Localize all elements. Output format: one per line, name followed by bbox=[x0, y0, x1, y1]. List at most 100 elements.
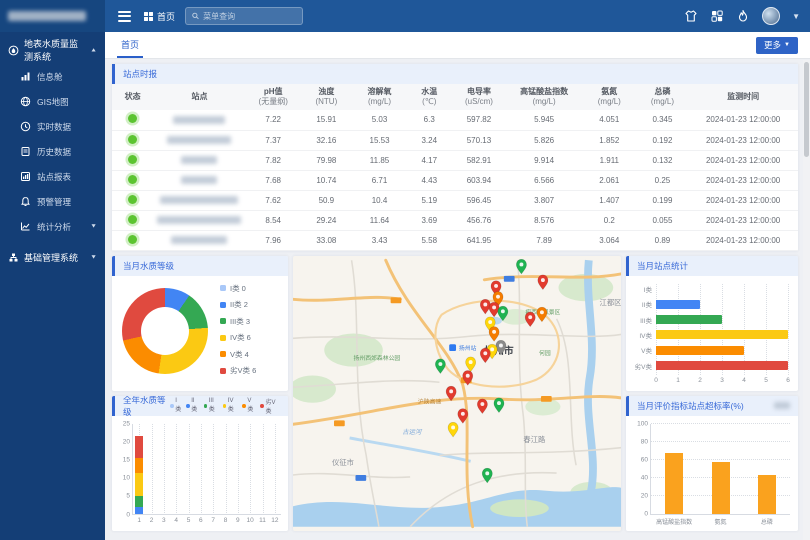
sidebar-item-GIS地图[interactable]: GIS地图 bbox=[0, 89, 105, 114]
city-map[interactable]: 扬州市江都区仪征市春江路瘦西湖风景区扬州西郊森林公园何园扬州站古运河沪陕高速 bbox=[293, 256, 621, 531]
map-panel[interactable]: 扬州市江都区仪征市春江路瘦西湖风景区扬州西郊森林公园何园扬州站古运河沪陕高速 bbox=[293, 256, 621, 531]
cell-value: 8.576 bbox=[506, 210, 581, 230]
status-dot-normal bbox=[128, 135, 137, 144]
cell-value: 11.64 bbox=[352, 210, 407, 230]
table-row[interactable]: 7.6250.910.45.19596.453.8071.4070.199202… bbox=[112, 190, 798, 210]
y-axis-tick: 0 bbox=[126, 511, 133, 518]
legend-label: IV类 6 bbox=[230, 332, 251, 343]
legend-swatch bbox=[220, 318, 226, 324]
cell-value: 570.13 bbox=[452, 130, 507, 150]
report-icon bbox=[20, 171, 31, 182]
table-row[interactable]: 7.2215.915.036.3597.825.9454.0510.345202… bbox=[112, 110, 798, 130]
chevron-down-icon: ▼ bbox=[90, 254, 97, 260]
legend-item[interactable]: III类 3 bbox=[220, 316, 256, 327]
sidebar-item-站点报表[interactable]: 站点报表 bbox=[0, 164, 105, 189]
station-name-redacted bbox=[160, 196, 238, 204]
table-row[interactable]: 7.8279.9811.854.17582.919.9141.9110.1322… bbox=[112, 150, 798, 170]
legend-item[interactable]: I类 bbox=[170, 398, 182, 413]
legend-item[interactable]: V类 4 bbox=[220, 349, 256, 360]
sidebar-item-实时数据[interactable]: 实时数据 bbox=[0, 114, 105, 139]
stats-icon bbox=[20, 221, 31, 232]
legend-item[interactable]: II类 2 bbox=[220, 299, 256, 310]
x-axis-tick: 5 bbox=[764, 375, 768, 384]
legend-item[interactable]: V类 bbox=[242, 398, 256, 413]
cell-value: 79.98 bbox=[301, 150, 352, 170]
sidebar-item-label: 历史数据 bbox=[37, 146, 71, 158]
x-axis-tick: 4 bbox=[174, 515, 178, 524]
column-header-监测时间: 监测时间 bbox=[688, 84, 798, 110]
sidebar-group-地表水质量监测系统[interactable]: 地表水质量监测系统▲ bbox=[0, 36, 105, 64]
exceed-rate-chart: 020406080100高锰酸盐指数氨氮总磷 bbox=[626, 416, 798, 530]
legend-item[interactable]: IV类 6 bbox=[220, 332, 256, 343]
table-row[interactable]: 7.6810.746.714.43603.946.5662.0610.25202… bbox=[112, 170, 798, 190]
cell-value: 1.911 bbox=[582, 150, 637, 170]
cell-value: 7.96 bbox=[246, 230, 301, 250]
sidebar-item-历史数据[interactable]: 历史数据 bbox=[0, 139, 105, 164]
tab-home[interactable]: 首页 bbox=[117, 32, 143, 58]
layout-icon[interactable] bbox=[710, 9, 724, 23]
station-name-redacted bbox=[167, 136, 231, 144]
column-header-状态: 状态 bbox=[112, 84, 153, 110]
sidebar-item-预警管理[interactable]: 预警管理 bbox=[0, 189, 105, 214]
table-row[interactable]: 7.9633.083.435.58641.957.893.0640.892024… bbox=[112, 230, 798, 250]
legend-item[interactable]: IV类 bbox=[223, 398, 239, 413]
year-level-panel: 全年水质等级 I类II类III类IV类V类劣V类 051015202512345… bbox=[112, 396, 288, 531]
cell-value: 603.94 bbox=[452, 170, 507, 190]
search-input[interactable] bbox=[203, 12, 296, 21]
legend-item[interactable]: 劣V类 6 bbox=[220, 365, 256, 376]
station-name-redacted bbox=[171, 236, 227, 244]
cell-value: 9.914 bbox=[506, 150, 581, 170]
cell-value: 0.2 bbox=[582, 210, 637, 230]
user-menu-chevron-down-icon[interactable]: ▼ bbox=[792, 12, 800, 21]
sidebar-group-label: 地表水质量监测系统 bbox=[24, 37, 85, 63]
table-row[interactable]: 8.5429.2411.643.69456.768.5760.20.055202… bbox=[112, 210, 798, 230]
legend-label: I类 0 bbox=[230, 283, 246, 294]
cell-value: 10.74 bbox=[301, 170, 352, 190]
legend-label: III类 3 bbox=[230, 316, 250, 327]
legend-item[interactable]: III类 bbox=[204, 398, 219, 413]
exceed-rate-panel-header: 当月评价指标站点超标率(%) bbox=[626, 396, 798, 416]
year-level-title: 全年水质等级 bbox=[123, 396, 170, 418]
station-report-panel: 站点时报 状态站点pH值(无量纲)浊度(NTU)溶解氧(mg/L)水温(℃)电导… bbox=[112, 64, 798, 251]
legend-item[interactable]: II类 bbox=[186, 398, 200, 413]
cell-value: 3.064 bbox=[582, 230, 637, 250]
cell-value: 2.061 bbox=[582, 170, 637, 190]
x-axis-tick: 8 bbox=[224, 515, 228, 524]
hbar-row-IV类: IV类 bbox=[656, 330, 788, 339]
column-header-站点: 站点 bbox=[153, 84, 246, 110]
redacted-corner-text bbox=[774, 402, 790, 409]
legend-item[interactable]: I类 0 bbox=[220, 283, 256, 294]
legend-swatch bbox=[220, 335, 226, 341]
menu-toggle-icon[interactable] bbox=[115, 8, 134, 25]
org-icon bbox=[8, 252, 19, 263]
year-level-legend: I类 II类 III类 IV类V类劣V类 bbox=[170, 397, 280, 415]
scrollbar[interactable] bbox=[803, 60, 810, 540]
category-label: 氨氮 bbox=[714, 514, 726, 526]
sidebar-item-信息舱[interactable]: 信息舱 bbox=[0, 64, 105, 89]
map-label: 扬州站 bbox=[459, 344, 477, 352]
cell-value: 2024-01-23 12:00:00 bbox=[688, 230, 798, 250]
legend-item[interactable]: 劣V类 bbox=[260, 397, 280, 415]
cell-value: 5.826 bbox=[506, 130, 581, 150]
more-button[interactable]: 更多 ▼ bbox=[756, 37, 798, 54]
legend-swatch bbox=[220, 285, 226, 291]
cell-value: 582.91 bbox=[452, 150, 507, 170]
sidebar-group-基础管理系统[interactable]: 基础管理系统▼ bbox=[0, 243, 105, 271]
map-label: 古运河 bbox=[402, 428, 423, 436]
flame-icon[interactable] bbox=[736, 9, 750, 23]
menu-search[interactable] bbox=[185, 7, 303, 25]
dashboard-icon bbox=[20, 71, 31, 82]
logo-redacted bbox=[8, 11, 86, 21]
cell-value: 2024-01-23 12:00:00 bbox=[688, 130, 798, 150]
cell-value: 2024-01-23 12:00:00 bbox=[688, 170, 798, 190]
sidebar-item-label: 信息舱 bbox=[37, 71, 63, 83]
sidebar-item-统计分析[interactable]: 统计分析▼ bbox=[0, 214, 105, 239]
x-axis-tick: 2 bbox=[698, 375, 702, 384]
scrollbar-thumb[interactable] bbox=[804, 62, 809, 157]
user-avatar[interactable] bbox=[762, 7, 780, 25]
breadcrumb-home[interactable]: 首页 bbox=[144, 10, 175, 23]
table-row[interactable]: 7.3732.1615.533.24570.135.8261.8520.1922… bbox=[112, 130, 798, 150]
cell-value: 1.852 bbox=[582, 130, 637, 150]
theme-shirt-icon[interactable] bbox=[684, 9, 698, 23]
x-axis-tick: 11 bbox=[259, 515, 266, 524]
